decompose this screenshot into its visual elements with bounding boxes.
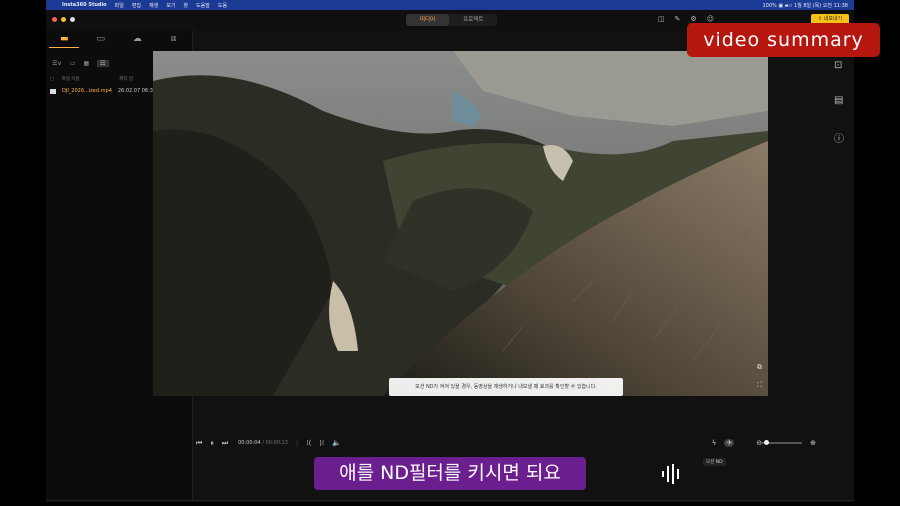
motion-nd-icon[interactable]: ✈ — [724, 439, 735, 447]
current-time: 00:00:04 — [238, 440, 261, 446]
tab-project[interactable]: 프로젝트 — [449, 14, 497, 26]
menu-window[interactable]: 창 — [183, 2, 188, 9]
spoken-caption: 애를 ND필터를 키시면 되요 — [314, 457, 586, 490]
audio-waveform-icon — [662, 464, 679, 484]
edit-icon[interactable]: ✎ — [675, 15, 681, 23]
sort-icon[interactable]: ☰∨ — [52, 60, 62, 67]
file-icon-header: ▢ — [50, 77, 55, 82]
playback-time: 00:00:04 / 00:00:13 — [238, 440, 288, 446]
menu-view[interactable]: 보기 — [166, 2, 175, 9]
mode-tabs: 미디어 프로젝트 — [406, 14, 498, 26]
volume-icon[interactable]: 🔈 — [332, 439, 341, 447]
settings-icon[interactable]: ⚙ — [690, 15, 696, 23]
toolbar-icons: ◫ ✎ ⚙ ☺ — [658, 15, 714, 23]
info-icon[interactable]: ⓘ — [834, 130, 848, 145]
playback-bar: ⏮ ⏸ ⏭ 00:00:04 / 00:00:13 | ⁞⟨ ⟩⁞ 🔈 ϟ ✈ … — [196, 436, 816, 450]
folder-icon[interactable]: ▭ — [86, 34, 116, 48]
layers-icon[interactable]: ▤ — [834, 95, 848, 106]
mark-in-icon[interactable]: ⁞⟨ — [306, 439, 311, 447]
menu-edit[interactable]: 편집 — [132, 2, 141, 9]
menu-extra[interactable]: 도움 — [218, 2, 227, 9]
video-summary-badge: video summary — [687, 23, 880, 57]
menu-play[interactable]: 재생 — [149, 2, 158, 9]
layout-icon[interactable]: ◫ — [658, 15, 665, 23]
file-name: DJI_2026...ized.mp4 — [62, 88, 112, 94]
aerial-mountain-footage — [153, 51, 768, 396]
menu-bar: Insta360 Studio 파일 편집 재생 보기 창 도움말 도움 100… — [46, 0, 854, 10]
app-name-menu[interactable]: Insta360 Studio — [62, 2, 107, 8]
zoom-slider-handle[interactable] — [764, 440, 769, 445]
pip-icon[interactable]: ⧉ — [757, 363, 762, 372]
menubar-status: 100% ▣ ▰▱ 1월 8일 (목) 오전 11:38 — [762, 2, 848, 9]
single-view-icon[interactable]: ▭ — [70, 60, 76, 67]
cloud-icon[interactable]: ☁ — [122, 34, 152, 48]
close-window-button[interactable] — [52, 17, 57, 22]
skip-forward-icon[interactable]: ⏭ — [222, 439, 228, 448]
grid-view-icon[interactable]: ▦ — [83, 60, 89, 67]
header-created-date[interactable]: 제작 일 — [119, 77, 133, 82]
fullscreen-icon[interactable]: ⛶ — [757, 381, 762, 390]
mark-out-icon[interactable]: ⟩⁞ — [319, 439, 324, 447]
right-tool-column: ⊡ ▤ ⓘ — [834, 60, 848, 145]
crop-icon[interactable]: ⊡ — [834, 60, 848, 71]
zoom-in-icon[interactable]: ⊕ — [810, 439, 816, 447]
tab-media[interactable]: 미디어 — [406, 14, 450, 26]
window-bottom-border — [46, 500, 854, 501]
list-view-icon[interactable]: ☷ — [97, 59, 109, 67]
menu-help[interactable]: 도움말 — [196, 2, 210, 9]
divider: | — [295, 439, 299, 447]
menu-file[interactable]: 파일 — [115, 2, 124, 9]
skip-back-icon[interactable]: ⏮ — [196, 439, 202, 448]
video-preview[interactable]: ⧉ ⛶ — [153, 51, 768, 396]
motion-nd-notice: 모션 ND가 켜져 있을 경우, 동영상을 재생하거나 내보낼 때 효과를 확인… — [389, 378, 623, 396]
media-icon[interactable]: ▬ — [49, 34, 80, 48]
video-file-icon — [50, 88, 56, 94]
play-pause-icon[interactable]: ⏸ — [210, 439, 214, 448]
file-date: 26.02.07 06:35 — [117, 88, 157, 94]
total-time: / 00:00:13 — [262, 440, 288, 446]
motion-nd-tooltip: 모션 ND — [703, 458, 726, 466]
library-tabs: ▬ ▭ ☁ ⧈ — [46, 34, 192, 48]
flash-icon[interactable]: ϟ — [712, 439, 717, 447]
minimize-window-button[interactable] — [61, 17, 66, 22]
zoom-window-button[interactable] — [70, 17, 75, 22]
import-icon[interactable]: ⧈ — [159, 34, 189, 48]
user-icon[interactable]: ☺ — [707, 15, 714, 23]
header-file-name[interactable]: 파일 이름 — [62, 77, 80, 82]
